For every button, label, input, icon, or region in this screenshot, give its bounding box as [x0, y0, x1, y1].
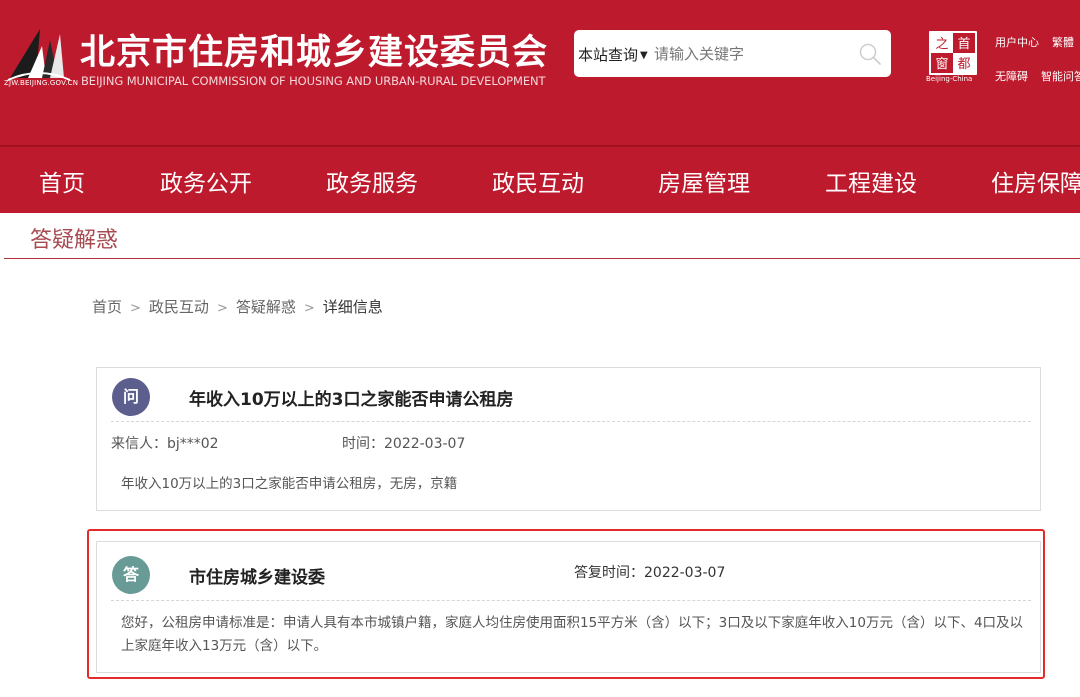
- section-title: 答疑解惑: [30, 228, 119, 253]
- question-time-label: 时间：: [342, 436, 384, 452]
- section-divider: [4, 258, 1080, 259]
- search-scope-select[interactable]: 本站查询 ▼: [578, 44, 648, 65]
- answer-time-value: 2022-03-07: [644, 565, 726, 581]
- site-subtitle: BEIJING MUNICIPAL COMMISSION OF HOUSING …: [81, 74, 546, 88]
- seal-char: 窗: [935, 56, 948, 72]
- nav-item-interaction[interactable]: 政民互动: [492, 164, 584, 198]
- question-title: 年收入10万以上的3口之家能否申请公租房: [189, 390, 514, 410]
- user-center-link[interactable]: 用户中心: [995, 34, 1039, 50]
- answer-card: 答 市住房城乡建设委 答复时间：2022-03-07 您好，公租房申请标准是：申…: [96, 541, 1041, 673]
- breadcrumb-current: 详细信息: [322, 298, 383, 316]
- breadcrumb-home[interactable]: 首页: [92, 298, 122, 316]
- search-input[interactable]: [654, 43, 844, 65]
- breadcrumb-separator: >: [130, 301, 141, 316]
- nav-item-housing-security[interactable]: 住房保障: [991, 164, 1080, 198]
- nav-item-home[interactable]: 首页: [39, 164, 85, 198]
- question-badge: 问: [112, 378, 150, 416]
- main-nav: 首页 政务公开 政务服务 政民互动 房屋管理 工程建设 住房保障: [0, 147, 1080, 213]
- seal-caption: Beijing-China: [926, 75, 973, 83]
- nav-item-housing-management[interactable]: 房屋管理: [658, 164, 750, 198]
- breadcrumb-interaction[interactable]: 政民互动: [149, 298, 209, 316]
- question-card: 问 年收入10万以上的3口之家能否申请公租房 来信人：bj***02 时间：20…: [96, 367, 1041, 511]
- breadcrumb: 首页 > 政民互动 > 答疑解惑 > 详细信息: [92, 296, 383, 317]
- question-divider: [111, 421, 1031, 422]
- breadcrumb-faq[interactable]: 答疑解惑: [236, 298, 296, 316]
- question-body: 年收入10万以上的3口之家能否申请公租房，无房，京籍: [121, 476, 458, 492]
- answer-body: 您好，公租房申请标准是：申请人具有本市城镇户籍，家庭人均住房使用面积15平方米（…: [121, 615, 1024, 654]
- answer-title: 市住房城乡建设委: [189, 568, 325, 588]
- question-time-value: 2022-03-07: [384, 436, 466, 452]
- seal-char: 都: [957, 57, 970, 72]
- search-scope-label: 本站查询: [578, 46, 639, 64]
- sender-label: 来信人：: [111, 436, 167, 452]
- nav-item-government-services[interactable]: 政务服务: [326, 164, 418, 198]
- site-title[interactable]: 北京市住房和城乡建设委员会: [80, 24, 548, 75]
- site-header: ZJW.BEIJING.GOV.CN 北京市住房和城乡建设委员会 BEIJING…: [0, 0, 1080, 145]
- smart-qa-link[interactable]: 智能问答: [1041, 68, 1080, 84]
- accessibility-link[interactable]: 无障碍: [995, 68, 1028, 84]
- chevron-down-icon: ▼: [640, 50, 648, 61]
- nav-item-government-affairs[interactable]: 政务公开: [160, 164, 252, 198]
- sender-value: bj***02: [167, 436, 219, 452]
- answer-time-label: 答复时间：: [574, 565, 644, 581]
- seal-char: 首: [957, 37, 970, 52]
- search-icon[interactable]: [858, 42, 882, 66]
- logo-domain-caption: ZJW.BEIJING.GOV.CN: [4, 79, 79, 87]
- answer-time: 答复时间：2022-03-07: [574, 562, 725, 582]
- question-sender: 来信人：bj***02: [111, 433, 219, 453]
- search-box: 本站查询 ▼: [574, 30, 891, 77]
- nav-item-construction[interactable]: 工程建设: [825, 164, 917, 198]
- breadcrumb-separator: >: [303, 301, 315, 316]
- answer-divider: [111, 600, 1031, 601]
- seal-char: 之: [935, 37, 948, 52]
- answer-badge: 答: [112, 556, 150, 594]
- question-time: 时间：2022-03-07: [342, 433, 465, 453]
- breadcrumb-separator: >: [216, 301, 228, 316]
- traditional-chinese-link[interactable]: 繁體: [1052, 34, 1074, 50]
